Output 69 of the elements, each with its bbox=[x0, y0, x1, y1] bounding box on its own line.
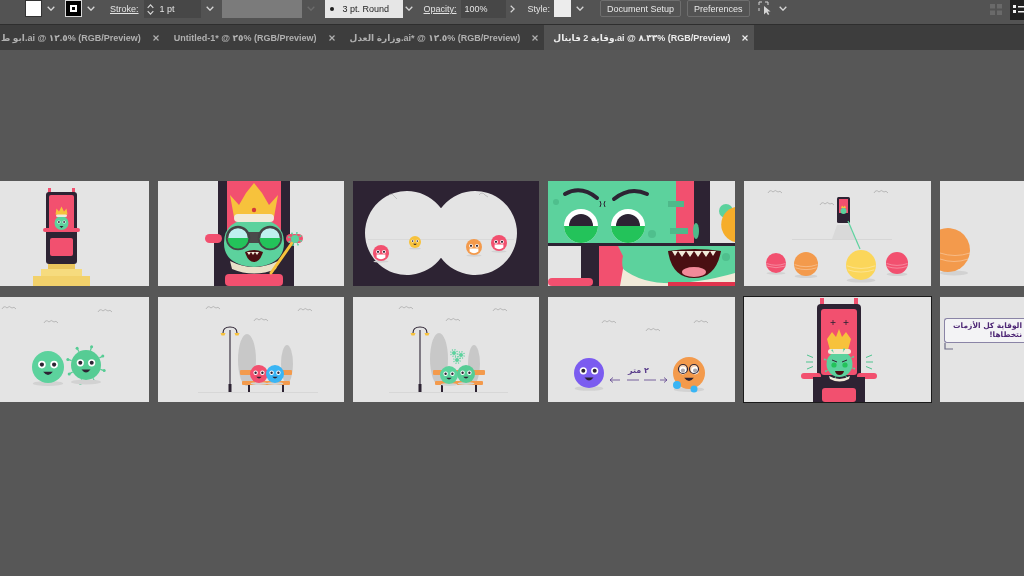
emphasis-lines-drawing bbox=[805, 354, 814, 370]
close-icon[interactable] bbox=[328, 34, 335, 41]
virus-character-drawing bbox=[66, 345, 106, 385]
document-setup-button[interactable]: Document Setup bbox=[600, 0, 682, 17]
beam-drawing bbox=[847, 220, 861, 250]
scepter-drawing bbox=[269, 231, 303, 275]
cloud-drawing bbox=[297, 308, 313, 312]
document-tab[interactable]: وقاية 2 فاينال.ai @ ٨.٣٣% (RGB/Preview) bbox=[544, 25, 755, 50]
list-icon[interactable] bbox=[1010, 0, 1024, 20]
character-drawing bbox=[409, 236, 421, 250]
document-tab[interactable]: وزارة العدل.ai* @ ١٢.٥% (RGB/Preview) bbox=[340, 25, 545, 50]
character-drawing bbox=[373, 245, 389, 263]
character-drawing bbox=[32, 351, 64, 386]
cloud-drawing bbox=[398, 306, 414, 310]
character-drawing bbox=[574, 358, 604, 391]
cloud-drawing bbox=[1, 306, 17, 310]
cloud-drawing bbox=[693, 320, 709, 324]
document-tab[interactable]: ابو ط.ai @ ١٢.٥% (RGB/Preview) bbox=[0, 25, 165, 50]
opacity-label[interactable]: Opacity: bbox=[423, 3, 457, 15]
cloud-drawing bbox=[873, 190, 889, 194]
king-character-drawing bbox=[224, 214, 284, 274]
character-drawing bbox=[491, 235, 507, 253]
brush-dot-icon bbox=[329, 7, 334, 11]
chevron-right-icon[interactable] bbox=[509, 5, 515, 13]
crown-drawing bbox=[827, 329, 851, 350]
distance-arrow bbox=[609, 377, 668, 383]
character-drawing bbox=[673, 357, 705, 393]
document-tab[interactable]: Untitled-1* @ ٢٥% (RGB/Preview) bbox=[164, 25, 341, 50]
throne-drawing bbox=[837, 197, 850, 223]
fill-swatch[interactable] bbox=[25, 0, 42, 17]
pedestal-drawing bbox=[33, 264, 90, 286]
ball-drawing bbox=[766, 253, 786, 275]
cloud-drawing bbox=[445, 318, 461, 322]
cloud-drawing bbox=[645, 328, 661, 332]
king-character-drawing bbox=[54, 206, 69, 230]
distance-label: ٢ متر bbox=[628, 366, 649, 375]
preferences-button[interactable]: Preferences bbox=[687, 0, 750, 17]
style-label: Style: bbox=[527, 3, 551, 15]
ball-drawing bbox=[846, 250, 876, 283]
emphasis-lines-drawing bbox=[865, 354, 874, 370]
close-icon[interactable] bbox=[532, 34, 539, 41]
cloud-drawing bbox=[601, 320, 617, 324]
stepper-icon[interactable] bbox=[146, 3, 154, 15]
character-drawing bbox=[440, 366, 458, 386]
brush-field[interactable]: 3 pt. Round bbox=[324, 0, 403, 18]
ball-drawing bbox=[794, 252, 818, 279]
cloud-drawing bbox=[253, 318, 269, 322]
cloud-drawing bbox=[97, 309, 113, 313]
cloud-drawing bbox=[492, 308, 508, 312]
stroke-weight-field[interactable]: 1 pt bbox=[143, 0, 201, 18]
bracket-drawing bbox=[944, 342, 954, 350]
street-lamp-drawing bbox=[220, 326, 240, 392]
cloud-drawing bbox=[767, 190, 783, 194]
character-drawing bbox=[457, 365, 475, 385]
close-icon[interactable] bbox=[152, 34, 159, 41]
cloud-drawing bbox=[205, 306, 221, 310]
cloud-drawing bbox=[819, 202, 835, 206]
style-swatch[interactable] bbox=[554, 0, 572, 17]
street-lamp-drawing bbox=[410, 326, 430, 392]
stroke-label[interactable]: Stroke: bbox=[110, 3, 139, 15]
character-drawing bbox=[250, 365, 268, 385]
ball-drawing bbox=[940, 228, 971, 276]
opacity-field[interactable]: 100% bbox=[460, 0, 506, 18]
character-drawing bbox=[266, 365, 284, 385]
ball-drawing bbox=[886, 252, 908, 276]
stroke-swatch[interactable] bbox=[65, 0, 82, 17]
cloud-drawing bbox=[43, 320, 59, 324]
character-drawing bbox=[466, 239, 482, 257]
king-character-drawing bbox=[823, 348, 856, 382]
